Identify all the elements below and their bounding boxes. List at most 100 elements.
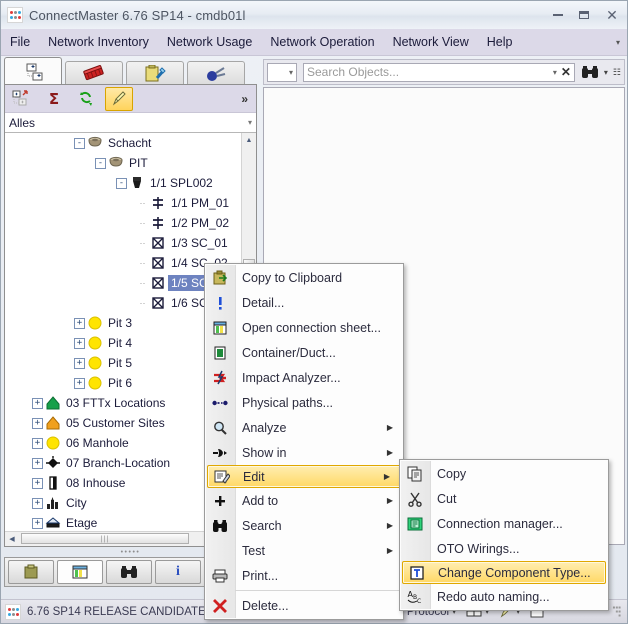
tree-item[interactable]: - Schacht (5, 133, 242, 153)
scroll-up-arrow-icon[interactable]: ▲ (242, 133, 256, 147)
submenu-arrow-icon: ▶ (386, 423, 393, 432)
object-type-combo[interactable]: ▾ (267, 62, 297, 82)
context-menu-item[interactable]: Test ▶ (205, 538, 403, 563)
maximize-button[interactable] (571, 5, 597, 25)
menu-item-label: Impact Analyzer... (242, 370, 341, 385)
tab-hierarchy[interactable] (4, 57, 62, 85)
context-menu-item[interactable]: Copy to Clipboard (205, 265, 403, 290)
tree-indent-guide (5, 153, 95, 173)
tree-expand-icon[interactable]: + (74, 357, 85, 369)
menu-network-operation[interactable]: Network Operation (261, 32, 383, 52)
context-menu-item[interactable]: Search ▶ (205, 513, 403, 538)
minimize-button[interactable] (545, 5, 571, 25)
bottom-tab-clipboard[interactable] (8, 560, 54, 584)
context-menu-item[interactable]: Container/Duct... (205, 340, 403, 365)
tree-expand-icon[interactable]: + (32, 397, 43, 409)
yellow-circle-icon (87, 335, 103, 351)
submenu-item[interactable]: Change Component Type... (402, 561, 606, 584)
tree-item[interactable]: ·· 1/2 PM_02 (5, 213, 242, 233)
chevron-down-icon[interactable]: ▾ (289, 68, 293, 77)
tree-indent-guide (5, 333, 74, 353)
menu-network-inventory[interactable]: Network Inventory (39, 32, 158, 52)
tree-expand-icon[interactable]: + (32, 457, 43, 469)
context-menu-item[interactable]: Add to ▶ (205, 488, 403, 513)
context-menu-item[interactable]: Impact Analyzer... (205, 365, 403, 390)
context-menu-item[interactable]: Print... (205, 563, 403, 588)
tree-item[interactable]: - 1/1 SPL002 (5, 173, 242, 193)
context-menu-item[interactable]: Show in ▶ (205, 440, 403, 465)
yellow-circle-icon (87, 375, 103, 391)
menu-item-label: Edit (243, 469, 265, 484)
tree-hscroll-thumb[interactable]: ||| (21, 533, 189, 544)
tree-item[interactable]: ·· 1/1 PM_01 (5, 193, 242, 213)
tree-expand-icon[interactable]: + (32, 437, 43, 449)
tree-expand-icon[interactable]: + (32, 477, 43, 489)
toolbar-overflow-icon[interactable]: ☷ (613, 67, 621, 76)
context-menu-item[interactable]: Detail... (205, 290, 403, 315)
black-branch-icon (45, 455, 61, 471)
scroll-left-arrow-icon[interactable]: ◀ (5, 532, 19, 546)
status-version-text: 6.76 SP14 RELEASE CANDIDATE (27, 605, 206, 618)
tree-expand-icon[interactable]: + (32, 497, 43, 509)
submenu-item[interactable]: OTO Wirings... (400, 536, 608, 561)
menu-item-label: Physical paths... (242, 395, 334, 410)
menu-network-view[interactable]: Network View (384, 32, 478, 52)
red-cable-icon (83, 64, 104, 80)
tree-expand-icon[interactable]: + (74, 377, 85, 389)
menu-item-label: Container/Duct... (242, 345, 336, 360)
window-resize-grip[interactable]: ▪▪▪ ▪▪ ▪ (612, 603, 623, 619)
tree-item[interactable]: ·· 1/3 SC_01 (5, 233, 242, 253)
menu-item-label: Print... (242, 568, 279, 583)
close-button[interactable]: ✕ (597, 5, 627, 25)
tree-filter-combo[interactable]: Alles ▾ (5, 113, 256, 133)
context-menu: Copy to Clipboard Detail... Open connectio… (204, 263, 404, 620)
refresh-green-icon[interactable] (73, 88, 99, 110)
splice-icon (150, 255, 166, 271)
bottom-tab-info[interactable]: i (155, 560, 201, 584)
submenu-item[interactable]: Copy (400, 461, 608, 486)
context-menu-item[interactable]: Open connection sheet... (205, 315, 403, 340)
sigma-icon[interactable]: Σ (41, 88, 67, 110)
tree-expand-icon[interactable]: + (32, 517, 43, 529)
context-menu-item[interactable]: Delete... (205, 593, 403, 618)
tree-item-label: 05 Customer Sites (66, 416, 165, 430)
window-title: ConnectMaster 6.76 SP14 - cmdb01l (29, 7, 246, 23)
chevron-double-right-icon[interactable]: » (241, 92, 252, 106)
bottom-tab-search[interactable] (106, 560, 152, 584)
menu-help[interactable]: Help (478, 32, 522, 52)
chevron-down-icon[interactable]: ▾ (604, 68, 608, 77)
tree-expand-icon[interactable]: + (74, 317, 85, 329)
tree-collapse-icon[interactable]: - (74, 137, 85, 149)
chevron-down-icon[interactable]: ▾ (248, 118, 252, 127)
search-input[interactable]: Search Objects... ▾ ✕ (303, 62, 575, 82)
search-history-chevron-icon[interactable]: ▾ (553, 68, 561, 77)
tree-collapse-icon[interactable]: - (116, 177, 127, 189)
context-menu-item[interactable]: Analyze ▶ (205, 415, 403, 440)
submenu-item[interactable]: A B C Redo auto naming... (400, 584, 608, 609)
expand-tree-icon[interactable] (9, 88, 35, 110)
clear-search-icon[interactable]: ✕ (561, 65, 571, 79)
find-button[interactable]: ▾ (581, 65, 608, 79)
city-skyline-icon (45, 495, 61, 511)
tab-connector[interactable] (187, 61, 245, 85)
bottom-tab-table[interactable] (57, 560, 103, 584)
context-menu-item[interactable]: Edit ▶ (207, 465, 401, 488)
context-menu-item[interactable]: Physical paths... (205, 390, 403, 415)
submenu-item[interactable]: Cut (400, 486, 608, 511)
yellow-pencil-icon[interactable] (105, 86, 133, 111)
clipboard-tools-icon (145, 64, 166, 81)
yellow-circle-icon (87, 355, 103, 371)
menu-network-usage[interactable]: Network Usage (158, 32, 261, 52)
submenu-item[interactable]: Connection manager... (400, 511, 608, 536)
menu-overflow-icon[interactable]: ▾ (616, 38, 620, 47)
menu-file[interactable]: File (1, 32, 39, 52)
tree-expand-icon[interactable]: + (32, 417, 43, 429)
copy-icon (400, 461, 429, 486)
tree-collapse-icon[interactable]: - (95, 157, 106, 169)
tab-cables[interactable] (65, 61, 123, 85)
tree-item[interactable]: - PIT (5, 153, 242, 173)
tree-expand-icon[interactable]: + (74, 337, 85, 349)
menu-item-label: OTO Wirings... (437, 541, 520, 556)
splitter-icon (129, 175, 145, 191)
tab-tools[interactable] (126, 61, 184, 85)
